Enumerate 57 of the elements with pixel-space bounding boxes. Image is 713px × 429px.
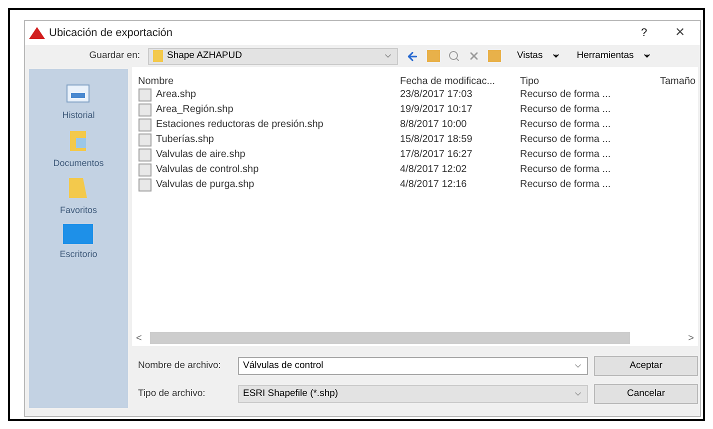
sidebar-item[interactable]: Escritorio xyxy=(60,224,98,261)
file-name[interactable]: Tuberías.shp xyxy=(132,132,400,147)
scrollbar-thumb[interactable] xyxy=(150,332,630,344)
file-icon xyxy=(138,162,152,176)
toolbar-menu[interactable]: Vistas xyxy=(517,48,561,64)
column-header[interactable]: Tipo xyxy=(520,74,660,88)
date-cell-text: 19/9/2017 10:17 xyxy=(400,103,474,117)
type-cell-text: Recurso de forma ... xyxy=(520,148,612,162)
dialog-button[interactable]: Cancelar xyxy=(594,384,698,404)
sidebar-item[interactable]: Favoritos xyxy=(60,176,97,218)
file-icon xyxy=(138,88,152,102)
file-icon xyxy=(138,178,152,192)
file-name[interactable]: Valvulas de purga.shp xyxy=(132,177,400,192)
column-header[interactable]: Tamaño xyxy=(660,74,698,88)
file-type-dropdown[interactable]: ESRI Shapefile (*.shp) xyxy=(238,385,588,403)
file-name[interactable]: Valvulas de aire.shp xyxy=(132,147,400,162)
file-name[interactable]: Estaciones reductoras de presión.shp xyxy=(132,117,400,132)
file-icon xyxy=(138,102,152,116)
file-icon xyxy=(138,118,152,132)
type-cell-text: Recurso de forma ... xyxy=(520,118,612,132)
scroll-left-button[interactable]: < xyxy=(136,330,142,346)
save-in-label: Guardar en: xyxy=(88,48,140,63)
type-cell-text: Recurso de forma ... xyxy=(520,133,612,147)
date-cell-text: 4/8/2017 12:16 xyxy=(400,178,468,192)
file-name[interactable]: Area_Región.shp xyxy=(132,102,400,117)
date-cell-text: 23/8/2017 17:03 xyxy=(400,88,474,102)
help-button[interactable]: ? xyxy=(628,24,660,42)
sidebar-item[interactable]: Documentos xyxy=(53,128,104,170)
scroll-right-button[interactable]: > xyxy=(688,330,694,346)
date-cell-text: 17/8/2017 16:27 xyxy=(400,148,474,162)
field-label: Tipo de archivo: xyxy=(137,386,206,401)
window-title: Ubicación de exportación xyxy=(49,26,174,41)
desktop-icon xyxy=(63,224,94,244)
search-icon[interactable] xyxy=(448,50,460,62)
file-name[interactable]: Area.shp xyxy=(132,87,400,102)
field-label: Nombre de archivo: xyxy=(137,358,222,373)
date-cell-text: 8/8/2017 10:00 xyxy=(400,118,468,132)
file-name-field[interactable]: Válvulas de control xyxy=(238,357,588,375)
column-header[interactable]: Fecha de modificac... xyxy=(400,74,520,88)
type-cell-text: Recurso de forma ... xyxy=(520,88,612,102)
file-icon xyxy=(138,148,152,162)
app-logo-icon xyxy=(29,27,45,39)
type-cell-text: Recurso de forma ... xyxy=(520,178,612,192)
column-header[interactable]: Nombre xyxy=(132,74,400,88)
toolbar-menu[interactable]: Herramientas xyxy=(576,48,652,64)
file-icon xyxy=(138,132,152,146)
close-button[interactable]: × xyxy=(664,21,696,45)
location-dropdown[interactable]: Shape AZHAPUD xyxy=(148,48,398,64)
date-cell-text: 15/8/2017 18:59 xyxy=(400,133,474,147)
delete-icon[interactable] xyxy=(468,50,480,62)
type-cell-text: Recurso de forma ... xyxy=(520,163,612,177)
file-name[interactable]: Valvulas de control.shp xyxy=(132,162,400,177)
type-cell-text: Recurso de forma ... xyxy=(520,103,612,117)
back-icon[interactable] xyxy=(406,50,419,62)
date-cell-text: 4/8/2017 12:02 xyxy=(400,163,468,177)
dialog-button[interactable]: Aceptar xyxy=(594,356,698,376)
sidebar-item[interactable]: Historial xyxy=(62,81,95,122)
